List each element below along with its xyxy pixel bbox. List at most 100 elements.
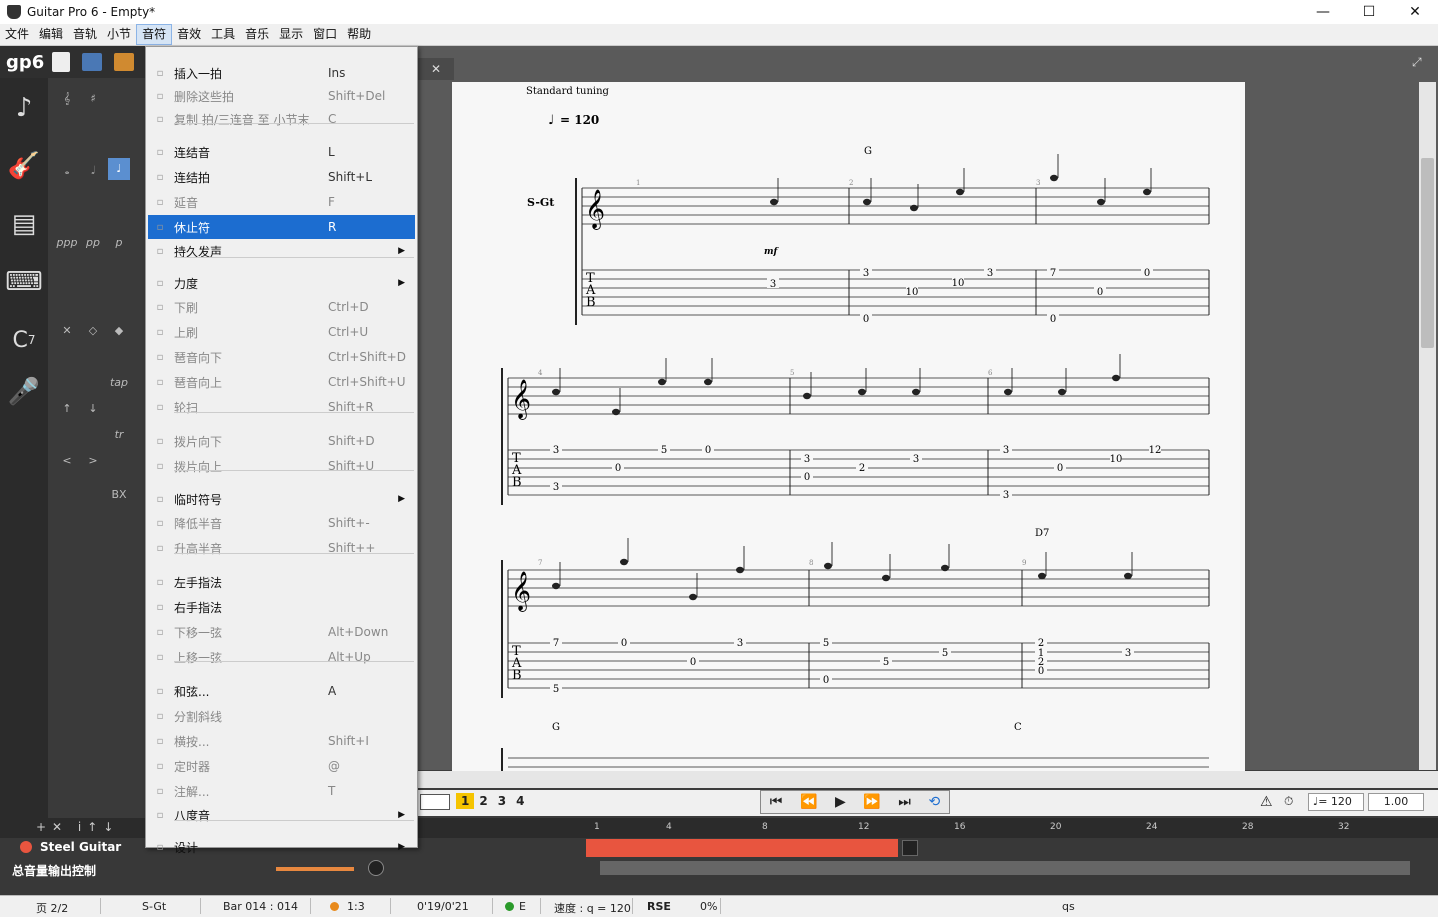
page-2-button[interactable]: 2 (474, 793, 492, 809)
dead-note-icon[interactable]: ✕ (56, 324, 78, 337)
menu-item-tie-beat[interactable]: ▫ 连结拍 Shift+L (148, 165, 415, 189)
timeline-cursor[interactable] (902, 840, 918, 856)
pp-icon[interactable]: pp (82, 236, 104, 249)
status-bar: 页 2/2 S-Gt Bar 014 : 014 1:3 0'19/0'21 E… (0, 895, 1438, 917)
track-name[interactable]: Steel Guitar (40, 840, 121, 854)
menu-track[interactable]: 音轨 (68, 24, 102, 45)
menu-item-right-hand-fingering[interactable]: ▫ 右手指法 (148, 595, 415, 619)
page-4-button[interactable]: 4 (511, 793, 529, 809)
metronome-icon[interactable]: ⚠ (1260, 794, 1273, 810)
menu-item-tie-note[interactable]: ▫ 连结音 L (148, 140, 415, 164)
timeline-horizontal-scrollbar[interactable] (600, 861, 1410, 875)
menu-item-left-hand-fingering[interactable]: ▫ 左手指法 (148, 570, 415, 594)
menu-item-dynamics[interactable]: ▫ 力度 ▶ (148, 271, 415, 295)
note-panel-icon[interactable]: ♪ (4, 82, 44, 134)
keyboard-icon[interactable]: ⌨ (4, 256, 44, 308)
score-horizontal-scrollbar[interactable] (418, 771, 1438, 788)
right-hand-fingering-icon: ▫ (156, 601, 164, 613)
master-pan-knob[interactable] (368, 860, 384, 876)
page-view-icon[interactable] (420, 794, 450, 810)
master-volume-slider[interactable] (276, 867, 354, 871)
menu-effects[interactable]: 音效 (172, 24, 206, 45)
let-ring-icon: ▫ (156, 196, 164, 208)
menu-file[interactable]: 文件 (0, 24, 34, 45)
maximize-button[interactable]: ☐ (1346, 0, 1392, 24)
ghost-note-icon[interactable]: ◆ (108, 324, 130, 337)
menu-note[interactable]: 音符 (136, 24, 173, 45)
menu-item-insert-beat[interactable]: ▫ 插入一拍 Ins (148, 61, 415, 85)
whole-note-icon[interactable]: 𝅝 (56, 164, 78, 178)
tab-fret-number: 12 (1149, 445, 1162, 456)
track-timeline-bar[interactable] (586, 839, 898, 857)
menu-edit[interactable]: 编辑 (34, 24, 68, 45)
menu-item-label: 休止符 (174, 220, 211, 235)
amp-icon[interactable]: ▤ (4, 198, 44, 250)
bar-number: 7 (538, 559, 542, 567)
menu-item-chord[interactable]: ▫ 和弦... A (148, 679, 415, 703)
score-page[interactable]: Standard tuning ♩ = 120 S-Gt G mf D7 G C… (452, 82, 1245, 772)
page-3-button[interactable]: 3 (493, 793, 511, 809)
note-head (863, 198, 871, 206)
p-icon[interactable]: p (108, 236, 130, 249)
track-tools[interactable]: +✕ i↑↓ (36, 820, 119, 834)
ppp-icon[interactable]: ppp (56, 236, 78, 249)
save-file-icon[interactable] (114, 53, 134, 71)
menu-item-rest[interactable]: ▫ 休止符 R (148, 215, 415, 239)
pick-up-icon[interactable]: ↑ (56, 402, 78, 415)
menu-item-palm-mute[interactable]: ▫ 持久发声 ▶ (148, 239, 415, 263)
guitar-effects-icon[interactable]: 🎸 (4, 140, 44, 192)
key-signature-icon[interactable]: ♯ (82, 92, 104, 105)
bar-number: 1 (636, 179, 640, 187)
menu-help[interactable]: 帮助 (342, 24, 376, 45)
loop-icon[interactable]: ⟲ (928, 794, 940, 810)
rewind-icon[interactable]: ⏪ (800, 794, 817, 810)
tab-fret-number: 0 (690, 657, 696, 668)
menu-item-label: 分割斜线 (174, 709, 223, 724)
score-vertical-scrollbar[interactable] (1419, 82, 1436, 770)
chord-icon[interactable]: C7 (4, 314, 44, 366)
fast-forward-icon[interactable]: ⏩ (863, 794, 880, 810)
tab-fret-number: 5 (942, 648, 948, 659)
tie-beat-icon: ▫ (156, 171, 164, 183)
tap-icon[interactable]: tap (108, 376, 130, 389)
new-file-icon[interactable] (52, 52, 70, 72)
bx-icon[interactable]: BX (108, 488, 130, 501)
clef-icon[interactable]: 𝄞 (56, 92, 78, 106)
page-1-button[interactable]: 1 (456, 793, 475, 809)
speed-field[interactable]: 1.00 (1368, 793, 1424, 811)
decrescendo-icon[interactable]: > (82, 454, 104, 467)
menu-music[interactable]: 音乐 (240, 24, 274, 45)
go-to-end-icon[interactable]: ⏭ (898, 794, 911, 810)
harmonic-icon[interactable]: ◇ (82, 324, 104, 337)
close-score-tab-button[interactable]: ✕ (418, 58, 454, 80)
menu-view[interactable]: 显示 (274, 24, 308, 45)
palm-mute-icon: ▫ (156, 245, 164, 257)
fullscreen-icon[interactable]: ⤢ (1412, 55, 1422, 70)
open-file-icon[interactable] (82, 53, 102, 71)
vertical-scroll-thumb[interactable] (1421, 158, 1434, 348)
note-head (689, 593, 697, 601)
tempo-display[interactable]: = 120 (1318, 795, 1352, 808)
quarter-note-icon[interactable]: ♩ (108, 158, 130, 180)
menu-item-design[interactable]: ▫ 设计 ▶ (148, 835, 415, 859)
close-button[interactable]: ✕ (1392, 0, 1438, 24)
half-note-icon[interactable]: 𝅗𝅥 (82, 164, 104, 178)
go-to-start-icon[interactable]: ⏮ (770, 794, 783, 810)
minimize-button[interactable]: — (1300, 0, 1346, 24)
note-head (1143, 188, 1151, 196)
microphone-icon[interactable]: 🎤 (4, 366, 44, 418)
menu-bar-measure[interactable]: 小节 (102, 24, 136, 45)
tab-fret-number: 0 (1038, 666, 1044, 677)
trill-icon[interactable]: tr (108, 428, 130, 441)
menu-tools[interactable]: 工具 (206, 24, 240, 45)
play-icon[interactable]: ▶ (835, 794, 846, 810)
crescendo-icon[interactable]: < (56, 454, 78, 467)
countdown-icon[interactable]: ⏱ (1284, 794, 1293, 809)
menu-separator (174, 412, 414, 413)
menu-item-octave[interactable]: ▫ 八度音 ▶ (148, 803, 415, 827)
status-rse[interactable]: RSE (647, 900, 671, 913)
pick-down-icon[interactable]: ↓ (82, 402, 104, 415)
menu-item-accidentals[interactable]: ▫ 临时符号 ▶ (148, 487, 415, 511)
menu-window[interactable]: 窗口 (308, 24, 342, 45)
tab-fret-number: 10 (906, 287, 919, 298)
